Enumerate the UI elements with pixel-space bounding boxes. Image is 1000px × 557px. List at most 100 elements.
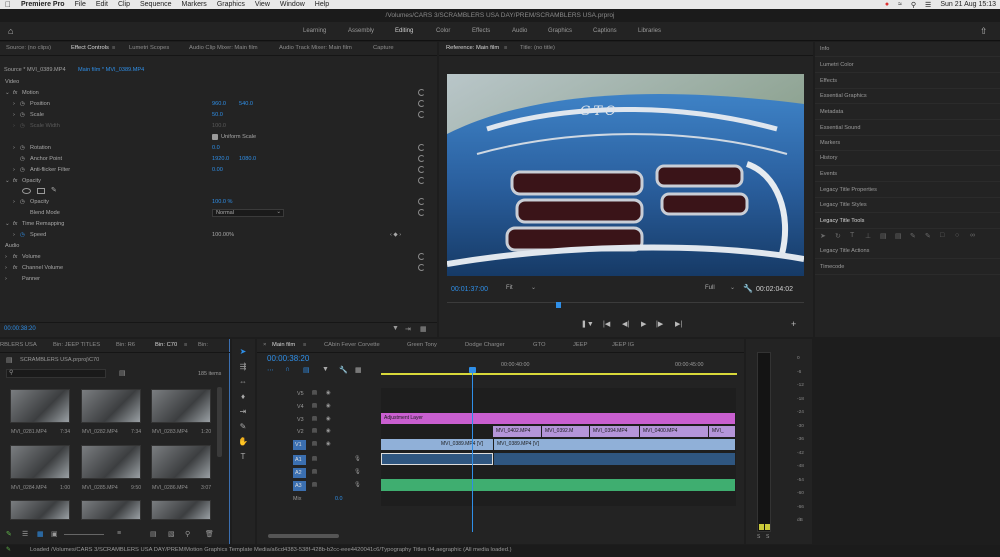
title-tool-icon[interactable]: ➤ bbox=[820, 232, 826, 240]
time-remapping-row[interactable]: ⌄ fx Time Remapping bbox=[0, 219, 433, 230]
speed-row[interactable]: › ◷ Speed 100.00% ‹ ◆ › bbox=[0, 230, 433, 241]
clip-thumbnail[interactable] bbox=[10, 445, 70, 479]
playhead-timecode[interactable]: 00:01:37:00 bbox=[451, 286, 488, 293]
panel-expand-icon[interactable]: ▦ bbox=[420, 325, 427, 333]
go-to-in-icon[interactable]: |◀ bbox=[603, 320, 610, 328]
close-icon[interactable]: × bbox=[263, 342, 266, 348]
tab-cabin-fever-corvette[interactable]: CAbin Fever Corvette bbox=[324, 342, 380, 348]
v2-clip[interactable]: MVI_0392.M bbox=[542, 426, 589, 437]
track-v5[interactable]: V5 ▤ ◉ bbox=[283, 389, 379, 401]
clip-thumbnail[interactable] bbox=[151, 500, 211, 520]
blend-mode-select[interactable]: Normal ⌄ bbox=[212, 209, 284, 217]
opacity-value-row[interactable]: › ◷ Opacity 100.0 % bbox=[0, 197, 433, 208]
panel-item-events[interactable]: Events bbox=[820, 171, 837, 177]
track-mix[interactable]: Mix 0.0 bbox=[283, 494, 379, 506]
source-clip-label[interactable]: Source * MVI_0389.MP4 bbox=[4, 67, 66, 73]
home-icon[interactable]: ⌂ bbox=[8, 26, 13, 36]
tab-menu-icon[interactable]: ≡ bbox=[504, 45, 507, 51]
position-row[interactable]: › ◷ Position 960.0 540.0 bbox=[0, 99, 433, 110]
wrench-icon[interactable]: 🔧 bbox=[339, 366, 348, 374]
track-a2[interactable]: A2 ▤ 🎙 bbox=[283, 468, 379, 480]
timeline-timecode[interactable]: 00:00:38:20 bbox=[267, 354, 309, 363]
workspace-captions[interactable]: Captions bbox=[593, 28, 617, 34]
tab-main-film[interactable]: Main film bbox=[272, 342, 295, 348]
timeline-scrollbar[interactable] bbox=[268, 534, 339, 538]
captions-icon[interactable]: ▦ bbox=[355, 366, 362, 374]
clip-thumbnail[interactable] bbox=[81, 389, 141, 423]
rotation-row[interactable]: › ◷ Rotation 0.0 bbox=[0, 143, 433, 154]
v2-clip[interactable]: MVI_ bbox=[709, 426, 735, 437]
sort-icon[interactable]: ≡ bbox=[117, 530, 121, 537]
title-tool-icon[interactable]: ∞ bbox=[970, 232, 975, 239]
selection-tool-icon[interactable]: ➤ bbox=[238, 347, 248, 357]
clip-thumbnail[interactable] bbox=[10, 500, 70, 520]
v2-clip[interactable]: MVI_0394.MP4 bbox=[590, 426, 639, 437]
track-v3[interactable]: V3 ▤ ◉ bbox=[283, 415, 379, 427]
icon-view-icon[interactable]: ▦ bbox=[37, 530, 44, 538]
folder-icon[interactable]: ▤ bbox=[150, 530, 157, 538]
reset-icon[interactable] bbox=[418, 111, 425, 118]
menu-markers[interactable]: Markers bbox=[182, 1, 207, 8]
panel-item-effects[interactable]: Effects bbox=[820, 78, 837, 84]
clock[interactable]: Sun 21 Aug 15:13 bbox=[940, 1, 996, 8]
ec-timecode[interactable]: 00:00:38:20 bbox=[4, 326, 36, 332]
bin-search-input[interactable]: ⚲ bbox=[6, 369, 106, 378]
menu-window[interactable]: Window bbox=[280, 1, 305, 8]
tab-title[interactable]: Title: (no title) bbox=[520, 45, 555, 51]
razor-tool-icon[interactable]: ♦ bbox=[238, 392, 248, 402]
menu-help[interactable]: Help bbox=[315, 1, 329, 8]
snap-icon[interactable]: ∩ bbox=[285, 366, 290, 373]
volume-row[interactable]: › fx Volume bbox=[0, 252, 433, 263]
tab-menu-icon[interactable]: ≡ bbox=[303, 342, 306, 348]
menu-clip[interactable]: Clip bbox=[118, 1, 130, 8]
tab-bin-more[interactable]: Bin: bbox=[198, 342, 208, 348]
new-item-icon[interactable]: ▧ bbox=[168, 530, 175, 538]
hand-tool-icon[interactable]: ✋ bbox=[238, 437, 248, 447]
v1-clip[interactable]: MVI_0389.MP4 [V] bbox=[381, 439, 493, 450]
a1-audio-clip[interactable] bbox=[381, 453, 493, 465]
track-a3[interactable]: A3 ▤ 🎙 bbox=[283, 481, 379, 493]
panner-row[interactable]: › Panner bbox=[0, 274, 433, 285]
reset-icon[interactable] bbox=[418, 198, 425, 205]
clip-thumbnail[interactable] bbox=[81, 500, 141, 520]
workspace-audio[interactable]: Audio bbox=[512, 28, 527, 34]
title-tool-icon[interactable]: ▤ bbox=[895, 232, 902, 240]
search-icon[interactable]: ⚲ bbox=[185, 530, 190, 538]
panel-item-essential-sound[interactable]: Essential Sound bbox=[820, 125, 860, 131]
workspace-libraries[interactable]: Libraries bbox=[638, 28, 661, 34]
wrench-icon[interactable]: 🔧 bbox=[743, 284, 753, 293]
tab-lumetri-scopes[interactable]: Lumetri Scopes bbox=[129, 45, 169, 51]
tab-bin-r6[interactable]: Bin: R6 bbox=[116, 342, 135, 348]
program-scrubber[interactable] bbox=[447, 302, 804, 310]
tab-reference[interactable]: Reference: Main film bbox=[446, 45, 499, 51]
pen-tool-icon[interactable]: ✎ bbox=[238, 422, 248, 432]
clip-thumbnail[interactable] bbox=[151, 389, 211, 423]
zoom-slider[interactable] bbox=[64, 534, 104, 535]
a1-audio-clip[interactable] bbox=[494, 453, 735, 465]
slip-tool-icon[interactable]: ⇥ bbox=[238, 407, 248, 417]
reset-icon[interactable] bbox=[418, 89, 425, 96]
track-v2[interactable]: V2 ▤ ◉ bbox=[283, 427, 379, 439]
fit-select[interactable]: Fit ⌄ bbox=[506, 285, 538, 294]
track-v4[interactable]: V4 ▤ ◉ bbox=[283, 402, 379, 414]
title-tool-icon[interactable]: ○ bbox=[955, 232, 959, 239]
menu-graphics[interactable]: Graphics bbox=[217, 1, 245, 8]
motion-row[interactable]: ⌄ fx Motion bbox=[0, 88, 433, 99]
tab-bin-c70[interactable]: Bin: C70 bbox=[155, 342, 177, 348]
step-back-icon[interactable]: ◀| bbox=[622, 320, 629, 328]
video-frame[interactable]: GTO bbox=[447, 74, 804, 276]
menu-edit[interactable]: Edit bbox=[96, 1, 108, 8]
mask-tools-row[interactable]: ✎ bbox=[0, 186, 433, 197]
title-tool-icon[interactable]: ✎ bbox=[925, 232, 931, 240]
record-icon[interactable]: ● bbox=[885, 1, 889, 8]
filter-icon[interactable]: ▼ bbox=[392, 325, 399, 332]
apple-icon[interactable]:  bbox=[5, 0, 11, 9]
bin-scrollbar[interactable] bbox=[217, 387, 222, 457]
menu-file[interactable]: File bbox=[75, 1, 86, 8]
go-to-out-icon[interactable]: ▶| bbox=[675, 320, 682, 328]
workspace-graphics[interactable]: Graphics bbox=[548, 28, 572, 34]
panel-item-lumetri-color[interactable]: Lumetri Color bbox=[820, 62, 854, 68]
title-tool-icon[interactable]: ↻ bbox=[835, 232, 841, 240]
workspace-effects[interactable]: Effects bbox=[472, 28, 490, 34]
mark-in-icon[interactable]: ❚▼ bbox=[581, 320, 594, 328]
